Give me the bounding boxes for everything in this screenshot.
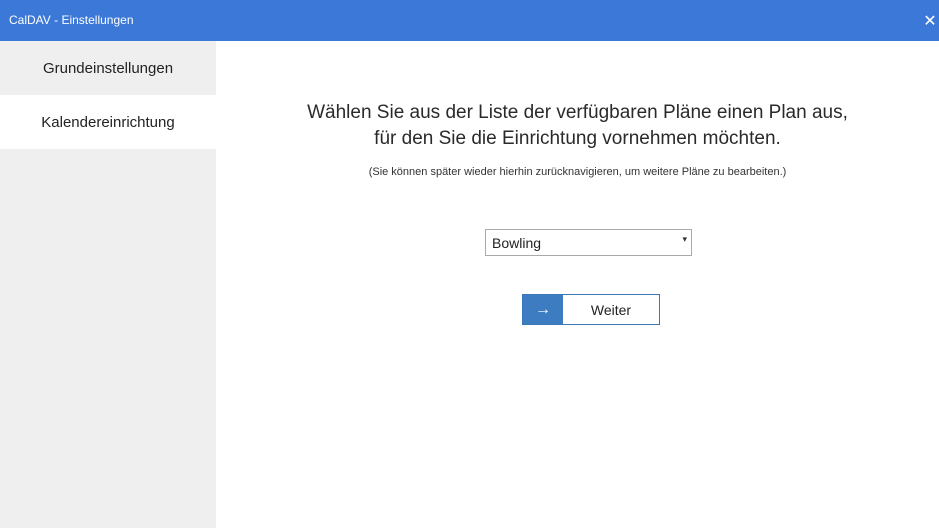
sidebar: Grundeinstellungen Kalendereinrichtung: [0, 41, 216, 528]
chevron-down-icon: ▾: [682, 234, 687, 244]
heading-line-2: für den Sie die Einrichtung vornehmen mö…: [374, 128, 781, 149]
sidebar-item-kalendereinrichtung[interactable]: Kalendereinrichtung: [0, 95, 216, 149]
plan-select[interactable]: Bowling ▾: [485, 229, 692, 256]
close-icon[interactable]: ✕: [921, 0, 939, 41]
title-bar: CalDAV - Einstellungen ✕: [0, 0, 939, 41]
next-button[interactable]: → Weiter: [522, 294, 660, 325]
sidebar-item-label: Kalendereinrichtung: [41, 113, 175, 131]
plan-select-value: Bowling: [492, 235, 542, 251]
page-heading: Wählen Sie aus der Liste der verfügbaren…: [216, 100, 939, 152]
hint-text: (Sie können später wieder hierhin zurück…: [368, 166, 787, 178]
sidebar-item-grundeinstellungen[interactable]: Grundeinstellungen: [0, 41, 216, 95]
window-title: CalDAV - Einstellungen: [9, 13, 134, 27]
arrow-right-icon: →: [523, 295, 563, 324]
heading-line-1: Wählen Sie aus der Liste der verfügbaren…: [307, 102, 848, 123]
next-button-label: Weiter: [590, 301, 632, 318]
main-panel: Wählen Sie aus der Liste der verfügbaren…: [216, 41, 939, 528]
sidebar-item-label: Grundeinstellungen: [42, 59, 174, 77]
